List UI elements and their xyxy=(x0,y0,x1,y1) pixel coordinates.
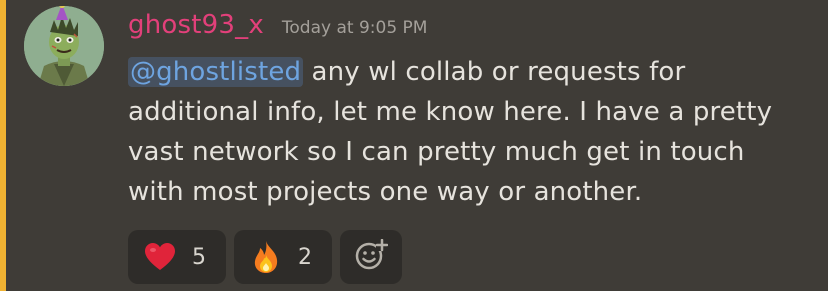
reaction-count: 2 xyxy=(298,244,312,270)
username[interactable]: ghost93_x xyxy=(128,10,264,40)
add-reaction-button[interactable] xyxy=(340,230,402,284)
reaction-fire[interactable]: 2 xyxy=(234,230,332,284)
heart-icon xyxy=(144,241,176,273)
reactions-bar: 5 2 xyxy=(128,230,402,284)
fire-icon xyxy=(250,241,282,273)
user-mention[interactable]: @ghostlisted xyxy=(128,57,304,87)
timestamp: Today at 9:05 PM xyxy=(281,18,428,38)
mention-highlight-bar xyxy=(0,0,6,291)
add-emoji-icon xyxy=(354,238,389,275)
message-line: vast network so I can pretty much get in… xyxy=(128,137,745,167)
message-content: @ghostlisted any wl collab or requests f… xyxy=(128,52,778,212)
reaction-count: 5 xyxy=(192,244,206,270)
message-line: with most projects one way or another. xyxy=(128,177,643,207)
reaction-heart[interactable]: 5 xyxy=(128,230,226,284)
message-header: ghost93_x Today at 9:05 PM xyxy=(128,10,427,46)
chat-message: ghost93_x Today at 9:05 PM @ghostlisted … xyxy=(0,0,828,291)
message-line: any wl collab or requests for xyxy=(303,57,686,87)
message-line: additional info, let me know here. I hav… xyxy=(128,97,773,127)
avatar[interactable] xyxy=(24,6,104,86)
